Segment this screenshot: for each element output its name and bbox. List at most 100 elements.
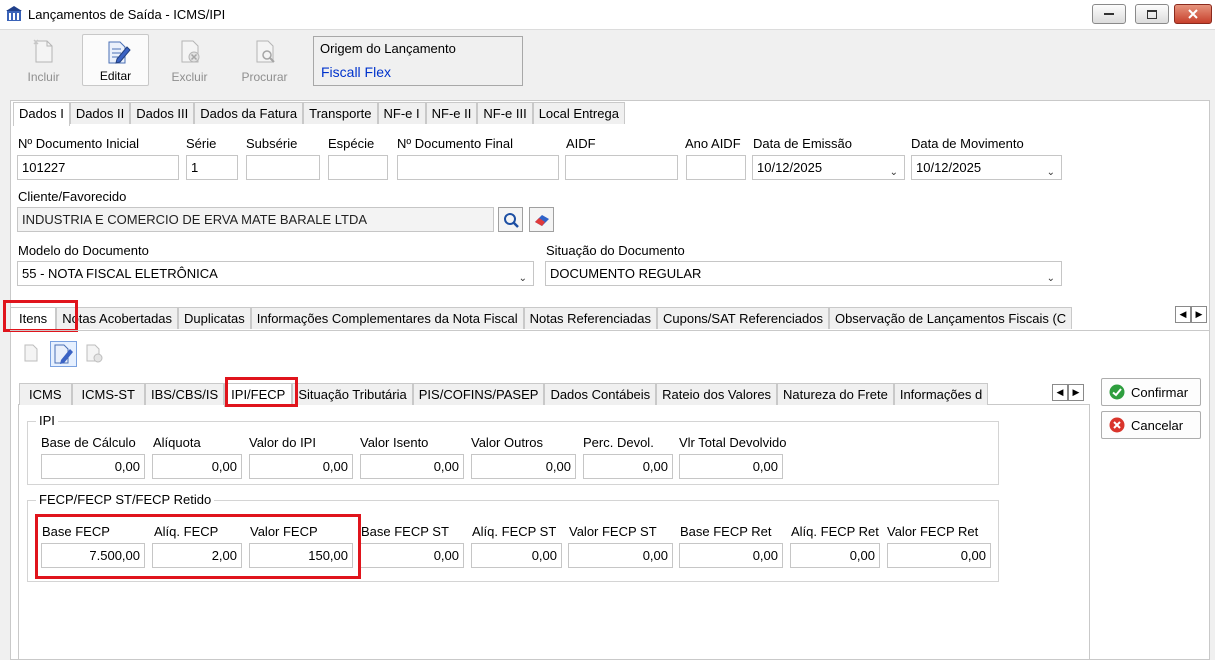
mid-tab-bar: Itens Notas Acobertadas Duplicatas Infor… — [10, 307, 1180, 331]
incluir-label: Incluir — [27, 70, 60, 84]
tab-icms-st[interactable]: ICMS-ST — [71, 383, 145, 405]
close-icon — [1188, 9, 1198, 19]
confirmar-button[interactable]: Confirmar — [1101, 378, 1201, 406]
editar-button[interactable]: Editar — [82, 34, 149, 86]
tab-duplicatas[interactable]: Duplicatas — [178, 307, 251, 329]
origem-panel: Origem do Lançamento Fiscall Flex — [313, 36, 523, 86]
cliente-input[interactable]: INDUSTRIA E COMERCIO DE ERVA MATE BARALE… — [17, 207, 494, 232]
arrow-left-icon[interactable]: ◀ — [1052, 384, 1068, 401]
serie-label: Série — [186, 136, 217, 151]
ipi-base-input[interactable]: 0,00 — [41, 454, 145, 479]
mid-tab-scroller: ◀ ▶ — [1175, 306, 1207, 323]
tab-rateio[interactable]: Rateio dos Valores — [656, 383, 778, 405]
tab-icms[interactable]: ICMS — [19, 383, 72, 405]
tab-nfe-iii[interactable]: NF-e III — [477, 102, 533, 124]
tab-local-entrega[interactable]: Local Entrega — [532, 102, 625, 124]
search-document-icon — [256, 40, 275, 63]
fecp-ret-aliq-label: Alíq. FECP Ret — [791, 524, 879, 539]
data-movimento-label: Data de Movimento — [911, 136, 1024, 151]
item-edit-button[interactable] — [50, 341, 77, 367]
excluir-button[interactable]: Excluir — [156, 34, 223, 86]
origem-label: Origem do Lançamento — [320, 41, 456, 56]
tab-dados-fatura[interactable]: Dados da Fatura — [194, 102, 304, 124]
itens-highlight — [3, 300, 78, 332]
tab-informacoes[interactable]: Informações d — [893, 383, 989, 405]
tab-cupons-sat[interactable]: Cupons/SAT Referenciados — [657, 307, 829, 329]
ipi-perc-devol-input[interactable]: 0,00 — [583, 454, 673, 479]
chevron-down-icon[interactable]: ⌄ — [890, 161, 898, 179]
tab-observacao[interactable]: Observação de Lançamentos Fiscais (C — [828, 307, 1073, 329]
cliente-clear-button[interactable] — [529, 207, 554, 232]
ipi-valor-label: Valor do IPI — [249, 435, 316, 450]
ipi-aliquota-input[interactable]: 0,00 — [152, 454, 242, 479]
tab-dados-ii[interactable]: Dados II — [69, 102, 131, 124]
item-delete-button[interactable] — [84, 343, 104, 365]
fecp-st-base-input[interactable]: 0,00 — [360, 543, 464, 568]
tab-notas-referenciadas[interactable]: Notas Referenciadas — [523, 307, 657, 329]
maximize-button[interactable] — [1135, 4, 1169, 24]
tab-info-complementares[interactable]: Informações Complementares da Nota Fisca… — [250, 307, 524, 329]
fecp-st-valor-input[interactable]: 0,00 — [568, 543, 673, 568]
data-movimento-picker[interactable]: 10/12/2025 ⌄ — [911, 155, 1062, 180]
item-add-button[interactable] — [22, 343, 42, 365]
especie-input[interactable] — [328, 155, 388, 180]
cliente-search-button[interactable] — [498, 207, 523, 232]
arrow-left-icon[interactable]: ◀ — [1175, 306, 1191, 323]
ipi-total-devolvido-label: Vlr Total Devolvido — [679, 435, 787, 450]
mid-tab-divider — [10, 330, 1210, 331]
arrow-right-icon[interactable]: ▶ — [1191, 306, 1207, 323]
modelo-select[interactable]: 55 - NOTA FISCAL ELETRÔNICA ⌄ — [17, 261, 534, 286]
num-doc-final-input[interactable] — [397, 155, 559, 180]
fecp-ret-valor-input[interactable]: 0,00 — [887, 543, 991, 568]
chevron-down-icon[interactable]: ⌄ — [1047, 267, 1055, 285]
close-button[interactable] — [1174, 4, 1212, 24]
tab-dados-i[interactable]: Dados I — [13, 102, 70, 126]
subserie-label: Subsérie — [246, 136, 298, 151]
data-emissao-label: Data de Emissão — [753, 136, 852, 151]
top-tab-bar: Dados I Dados II Dados III Dados da Fatu… — [13, 102, 625, 126]
tab-dados-iii[interactable]: Dados III — [130, 102, 195, 124]
data-emissao-picker[interactable]: 10/12/2025 ⌄ — [752, 155, 905, 180]
ipi-outros-input[interactable]: 0,00 — [471, 454, 576, 479]
fecp-ret-valor-label: Valor FECP Ret — [887, 524, 979, 539]
tab-nfe-i[interactable]: NF-e I — [377, 102, 426, 124]
serie-input[interactable]: 1 — [186, 155, 238, 180]
cancelar-button[interactable]: Cancelar — [1101, 411, 1201, 439]
procurar-button[interactable]: Procurar — [231, 34, 298, 86]
ipi-total-devolvido-input[interactable]: 0,00 — [679, 454, 783, 479]
fecp-ret-aliq-input[interactable]: 0,00 — [790, 543, 880, 568]
ano-aidf-label: Ano AIDF — [685, 136, 741, 151]
fecp-ret-base-input[interactable]: 0,00 — [679, 543, 783, 568]
ano-aidf-input[interactable] — [686, 155, 746, 180]
editar-label: Editar — [99, 69, 132, 83]
fecp-st-base-label: Base FECP ST — [361, 524, 449, 539]
inner-tab-bar: ICMS ICMS-ST IBS/CBS/IS IPI/FECP Situaçã… — [19, 383, 1069, 407]
especie-label: Espécie — [328, 136, 375, 151]
fecp-st-aliq-input[interactable]: 0,00 — [471, 543, 562, 568]
ipi-base-label: Base de Cálculo — [41, 435, 136, 450]
new-document-icon — [33, 39, 53, 63]
origem-value: Fiscall Flex — [321, 64, 392, 80]
situacao-label: Situação do Documento — [546, 243, 685, 258]
ipi-isento-input[interactable]: 0,00 — [360, 454, 464, 479]
aidf-input[interactable] — [565, 155, 678, 180]
chevron-down-icon[interactable]: ⌄ — [519, 267, 527, 285]
chevron-down-icon[interactable]: ⌄ — [1047, 161, 1055, 179]
situacao-select[interactable]: DOCUMENTO REGULAR ⌄ — [545, 261, 1062, 286]
num-doc-inicial-input[interactable]: 101227 — [17, 155, 179, 180]
tab-transporte[interactable]: Transporte — [303, 102, 378, 124]
arrow-right-icon[interactable]: ▶ — [1068, 384, 1084, 401]
procurar-label: Procurar — [241, 70, 288, 84]
confirmar-label: Confirmar — [1131, 384, 1189, 400]
ipi-valor-input[interactable]: 0,00 — [249, 454, 353, 479]
minimize-button[interactable] — [1092, 4, 1126, 24]
tab-natureza-frete[interactable]: Natureza do Frete — [777, 383, 894, 405]
tab-situacao-tributaria[interactable]: Situação Tributária — [292, 383, 413, 405]
subserie-input[interactable] — [246, 155, 320, 180]
tab-nfe-ii[interactable]: NF-e II — [425, 102, 478, 124]
incluir-button[interactable]: Incluir — [10, 34, 77, 86]
tab-pis-cofins[interactable]: PIS/COFINS/PASEP — [412, 383, 545, 405]
check-circle-icon — [1109, 384, 1125, 400]
tab-ibs-cbs-is[interactable]: IBS/CBS/IS — [144, 383, 225, 405]
tab-dados-contabeis[interactable]: Dados Contábeis — [544, 383, 657, 405]
